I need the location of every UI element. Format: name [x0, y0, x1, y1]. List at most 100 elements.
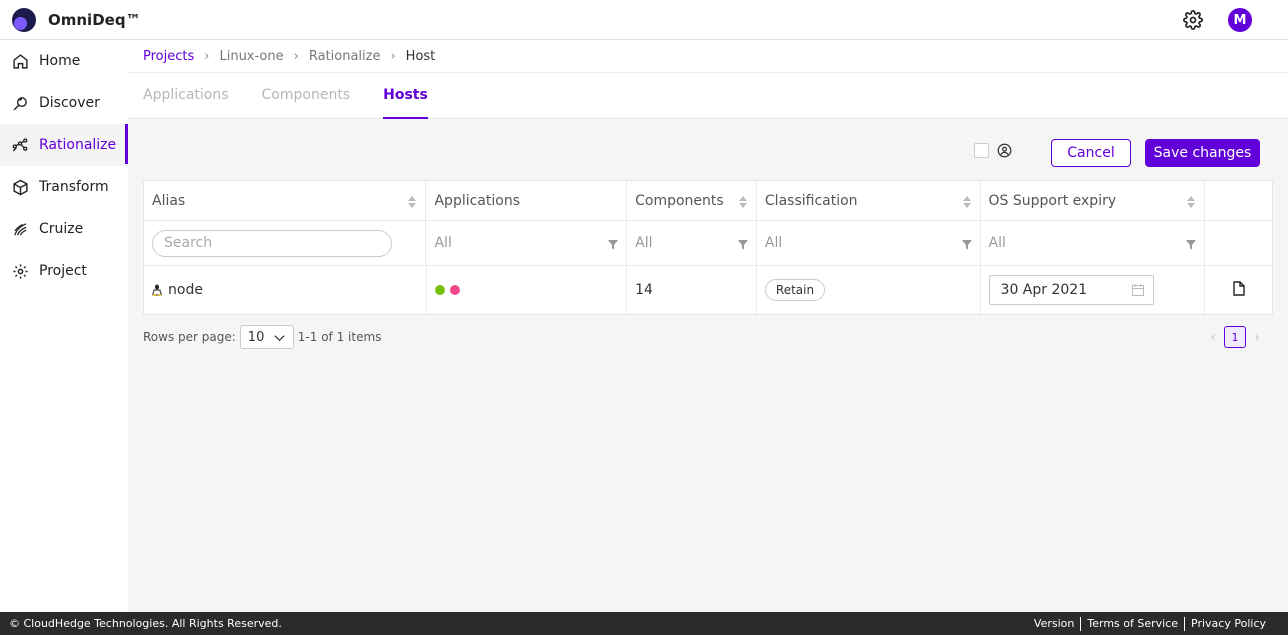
- components-cell: 14: [627, 266, 757, 314]
- linux-icon: [152, 284, 162, 296]
- column-header-label: Applications: [434, 192, 521, 209]
- date-value: 30 Apr 2021: [1000, 282, 1088, 298]
- application-status-dot[interactable]: [449, 285, 460, 295]
- applications-cell: [427, 266, 628, 314]
- column-header-os-support-expiry[interactable]: OS Support expiry: [981, 181, 1206, 220]
- document-icon[interactable]: [1232, 280, 1245, 300]
- components-filter[interactable]: All: [627, 221, 757, 265]
- chevron-right-icon: ›: [293, 48, 299, 64]
- home-icon: [11, 52, 29, 70]
- filter-funnel-icon[interactable]: [961, 238, 972, 250]
- breadcrumb: Projects › Linux-one › Rationalize › Hos…: [128, 40, 1288, 73]
- footer-link-version[interactable]: Version: [1028, 617, 1080, 630]
- sidebar-item-label: Project: [39, 263, 87, 279]
- sidebar-item-rationalize[interactable]: Rationalize: [0, 124, 128, 166]
- column-header-actions: [1205, 181, 1272, 220]
- prev-page-icon[interactable]: ‹: [1206, 330, 1220, 344]
- column-header-components[interactable]: Components: [627, 181, 757, 220]
- settings-gear-icon[interactable]: [1182, 9, 1204, 31]
- user-circle-icon[interactable]: [997, 143, 1012, 158]
- filter-value: All: [635, 235, 653, 251]
- rows-per-page-value: 10: [247, 329, 265, 345]
- sort-icon[interactable]: [408, 196, 417, 208]
- alias-cell: node: [144, 266, 427, 314]
- select-checkbox[interactable]: [974, 143, 989, 158]
- classification-filter[interactable]: All: [757, 221, 981, 265]
- rows-per-page-select[interactable]: 10: [239, 325, 294, 349]
- chevron-right-icon: ›: [390, 48, 396, 64]
- sidebar-item-label: Rationalize: [39, 137, 117, 153]
- gear-icon: [11, 262, 29, 280]
- sidebar-item-label: Discover: [39, 95, 100, 111]
- pagination-range: 1-1 of 1 items: [297, 330, 382, 344]
- sidebar-item-label: Transform: [39, 179, 109, 195]
- sidebar-item-home[interactable]: Home: [0, 40, 128, 82]
- breadcrumb-host: Host: [405, 48, 436, 64]
- column-header-label: Classification: [764, 192, 858, 209]
- omnideq-logo-icon: [12, 7, 36, 32]
- column-header-label: Alias: [152, 192, 186, 209]
- page-number[interactable]: 1: [1224, 326, 1246, 348]
- brand-name: OmniDeq™: [48, 10, 141, 29]
- column-header-label: Components: [635, 192, 724, 209]
- table-row: node 14 Retain 30 Apr 2021: [144, 266, 1272, 314]
- host-alias[interactable]: node: [168, 282, 203, 298]
- breadcrumb-linux-one[interactable]: Linux-one: [219, 49, 283, 64]
- cube-icon: [11, 178, 29, 196]
- next-page-icon[interactable]: ›: [1250, 330, 1264, 344]
- sidebar-item-label: Home: [39, 53, 81, 69]
- calendar-icon[interactable]: [1131, 284, 1144, 296]
- filter-funnel-icon[interactable]: [737, 238, 748, 250]
- os-support-cell: 30 Apr 2021: [981, 266, 1206, 314]
- chevron-down-icon: [274, 332, 285, 347]
- os-support-filter[interactable]: All: [981, 221, 1206, 265]
- footer-link-terms[interactable]: Terms of Service: [1081, 617, 1184, 630]
- search-input[interactable]: [152, 229, 392, 257]
- column-header-label: OS Support expiry: [988, 192, 1117, 209]
- pagination-right: ‹ 1 ›: [1206, 326, 1264, 348]
- sidebar-item-project[interactable]: Project: [0, 250, 128, 292]
- rationalize-icon: [11, 136, 29, 154]
- hosts-table: Alias Applications Components Classifica…: [143, 180, 1273, 315]
- classification-cell: Retain: [757, 266, 981, 314]
- sort-icon[interactable]: [962, 196, 971, 208]
- cancel-button[interactable]: Cancel: [1051, 139, 1131, 167]
- sort-icon[interactable]: [1187, 196, 1196, 208]
- application-status-dot[interactable]: [434, 285, 445, 295]
- user-avatar[interactable]: M: [1228, 8, 1252, 32]
- logo[interactable]: OmniDeq™: [12, 7, 141, 32]
- breadcrumb-projects[interactable]: Projects: [143, 49, 194, 64]
- classification-tag[interactable]: Retain: [764, 279, 826, 301]
- applications-filter[interactable]: All: [426, 221, 628, 265]
- os-support-date-picker[interactable]: 30 Apr 2021: [988, 275, 1154, 305]
- cruize-icon: [11, 220, 29, 238]
- footer: © CloudHedge Technologies. All Rights Re…: [0, 612, 1288, 635]
- filter-funnel-icon[interactable]: [608, 238, 619, 250]
- toolbar: Cancel Save changes: [128, 119, 1288, 179]
- pagination-left: Rows per page: 10 1-1 of 1 items: [143, 325, 381, 349]
- app-header: OmniDeq™ M: [0, 0, 1288, 40]
- sidebar-item-cruize[interactable]: Cruize: [0, 208, 128, 250]
- footer-link-privacy[interactable]: Privacy Policy: [1185, 617, 1272, 630]
- column-header-alias[interactable]: Alias: [144, 181, 427, 220]
- filter-value: All: [988, 235, 1006, 251]
- save-changes-button[interactable]: Save changes: [1145, 139, 1260, 167]
- sidebar-item-label: Cruize: [39, 221, 84, 237]
- filter-value: All: [764, 235, 783, 251]
- tab-components[interactable]: Components: [262, 72, 351, 118]
- table-filter-row: All All All All: [144, 221, 1272, 266]
- sidebar-item-discover[interactable]: Discover: [0, 82, 128, 124]
- filter-funnel-icon[interactable]: [1186, 238, 1197, 250]
- tab-applications[interactable]: Applications: [143, 72, 229, 118]
- sidebar-item-transform[interactable]: Transform: [0, 166, 128, 208]
- components-count: 14: [635, 282, 653, 298]
- tab-hosts[interactable]: Hosts: [383, 72, 428, 119]
- column-header-applications: Applications: [426, 181, 628, 220]
- alias-filter-cell: [144, 221, 427, 265]
- breadcrumb-rationalize[interactable]: Rationalize: [309, 49, 381, 64]
- sort-icon[interactable]: [738, 196, 747, 208]
- column-header-classification[interactable]: Classification: [757, 181, 981, 220]
- actions-cell: [1205, 266, 1272, 314]
- sidebar: Home Discover Rationalize Transform Crui…: [0, 40, 128, 612]
- copyright: © CloudHedge Technologies. All Rights Re…: [9, 617, 282, 630]
